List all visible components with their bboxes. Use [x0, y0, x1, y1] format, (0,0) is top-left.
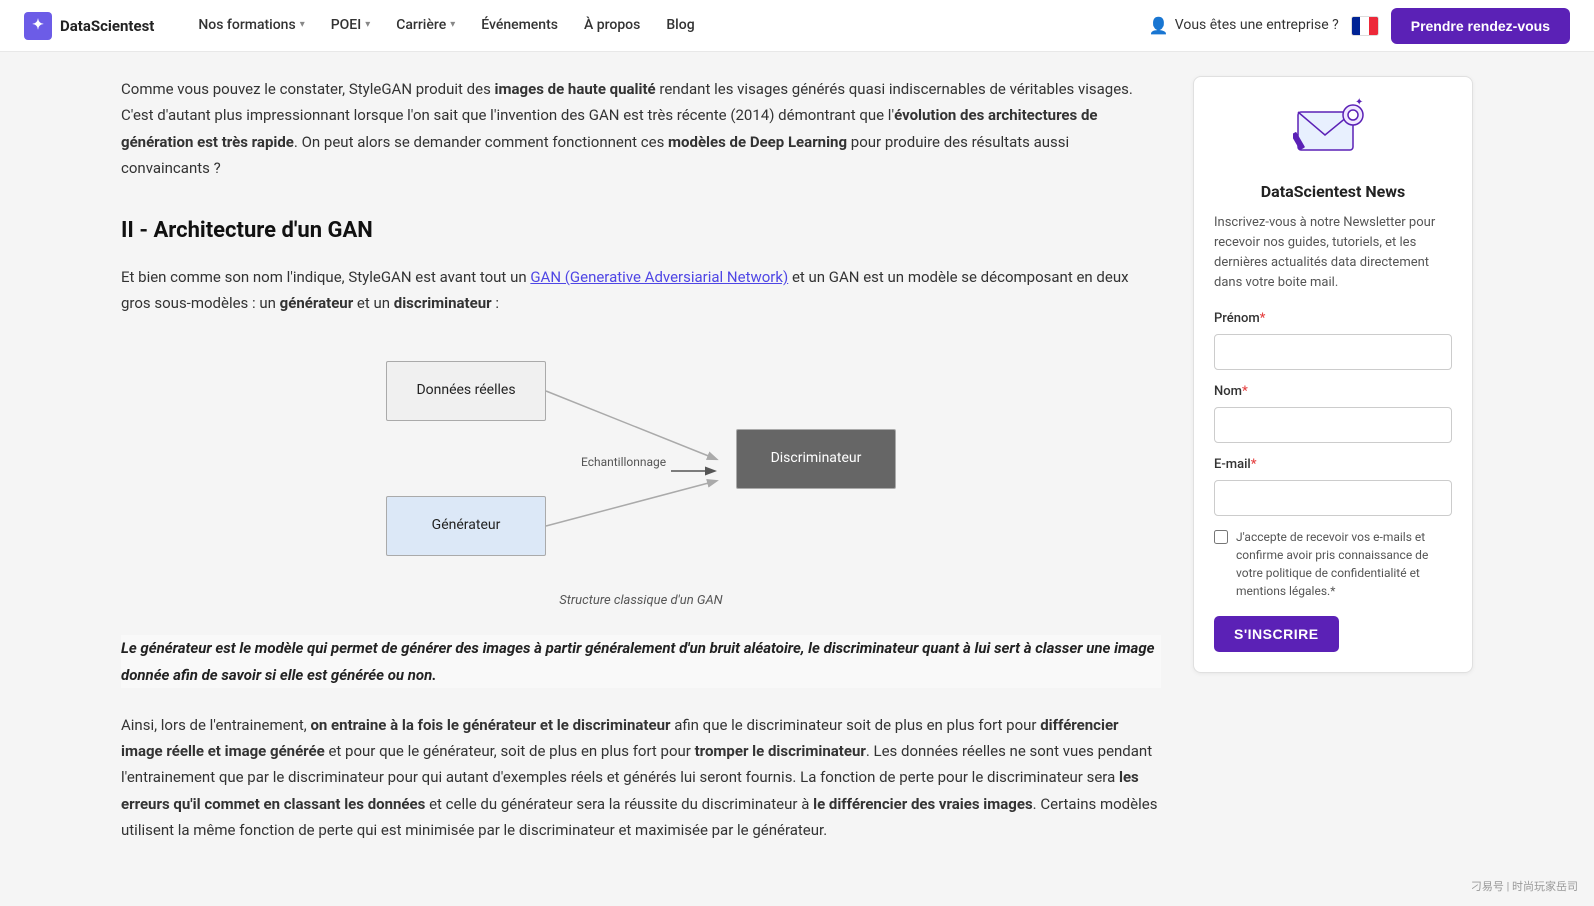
section-title: II - Architecture d'un GAN	[121, 213, 1161, 248]
email-input[interactable]	[1214, 480, 1452, 516]
nav-item-apropos[interactable]: À propos	[572, 8, 652, 42]
svg-text:✦: ✦	[1355, 97, 1363, 108]
chevron-down-icon: ▾	[450, 17, 455, 33]
chevron-down-icon: ▾	[300, 17, 305, 33]
article-content: Comme vous pouvez le constater, StyleGAN…	[121, 76, 1161, 903]
gan-diagram: Données réelles Générateur Discriminateu…	[376, 341, 906, 581]
nav-menu: Nos formations ▾ POEI ▾ Carrière ▾ Événe…	[186, 8, 1148, 42]
article-intro: Comme vous pouvez le constater, StyleGAN…	[121, 76, 1161, 181]
page-wrapper: Comme vous pouvez le constater, StyleGAN…	[97, 52, 1497, 903]
newsletter-form: Prénom* Nom* E-mail* J'accepte de recevo…	[1214, 309, 1452, 651]
article-text-2: Ainsi, lors de l'entrainement, on entrai…	[121, 712, 1161, 843]
submit-button[interactable]: S'INSCRIRE	[1214, 616, 1339, 652]
nav-item-formations[interactable]: Nos formations ▾	[186, 8, 316, 42]
language-flag[interactable]	[1351, 16, 1379, 36]
arrow-label: Echantillonnage	[581, 453, 666, 472]
article-text-1: Et bien comme son nom l'indique, StyleGA…	[121, 264, 1161, 317]
prenom-label: Prénom*	[1214, 309, 1452, 330]
box-generateur: Générateur	[386, 496, 546, 556]
person-icon: 👤	[1149, 13, 1169, 39]
navbar-right: 👤 Vous êtes une entreprise ? Prendre ren…	[1149, 8, 1570, 44]
logo-icon: ✦	[24, 12, 52, 40]
email-label: E-mail*	[1214, 455, 1452, 476]
nav-item-carriere[interactable]: Carrière ▾	[384, 8, 467, 42]
nav-item-evenements[interactable]: Événements	[469, 8, 570, 42]
article-blockquote: Le générateur est le modèle qui permet d…	[121, 635, 1161, 688]
consent-checkbox[interactable]	[1214, 530, 1228, 544]
box-discriminateur: Discriminateur	[736, 429, 896, 489]
sidebar: ✦ DataScientest News Inscrivez-vous à no…	[1193, 76, 1473, 673]
newsletter-icon-wrap: ✦	[1214, 97, 1452, 167]
chevron-down-icon: ▾	[365, 17, 370, 33]
consent-label: J'accepte de recevoir vos e-mails et con…	[1236, 528, 1452, 600]
logo-text: DataScientest	[60, 14, 154, 38]
consent-wrap: J'accepte de recevoir vos e-mails et con…	[1214, 528, 1452, 600]
enterprise-link[interactable]: 👤 Vous êtes une entreprise ?	[1149, 13, 1339, 39]
newsletter-title: DataScientest News	[1214, 179, 1452, 205]
newsletter-icon: ✦	[1293, 97, 1373, 167]
newsletter-desc: Inscrivez-vous à notre Newsletter pour r…	[1214, 213, 1452, 294]
logo[interactable]: ✦ DataScientest	[24, 12, 154, 40]
diagram-caption: Structure classique d'un GAN	[559, 591, 722, 612]
cta-button[interactable]: Prendre rendez-vous	[1391, 8, 1570, 44]
newsletter-card: ✦ DataScientest News Inscrivez-vous à no…	[1193, 76, 1473, 673]
gan-diagram-wrap: Données réelles Générateur Discriminateu…	[121, 341, 1161, 612]
box-donnees: Données réelles	[386, 361, 546, 421]
gan-link[interactable]: GAN (Generative Adversiarial Network)	[530, 268, 788, 286]
nav-item-poei[interactable]: POEI ▾	[319, 8, 383, 42]
prenom-input[interactable]	[1214, 334, 1452, 370]
nom-label: Nom*	[1214, 382, 1452, 403]
nom-input[interactable]	[1214, 407, 1452, 443]
nav-item-blog[interactable]: Blog	[654, 8, 706, 42]
navbar: ✦ DataScientest Nos formations ▾ POEI ▾ …	[0, 0, 1594, 52]
blockquote-text: Le générateur est le modèle qui permet d…	[121, 635, 1161, 688]
